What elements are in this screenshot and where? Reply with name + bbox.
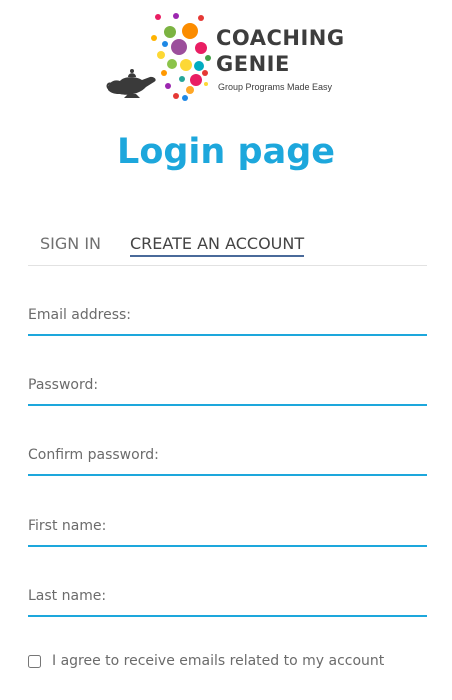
tab-sign-in[interactable]: SIGN IN: [40, 234, 101, 253]
tab-create-account[interactable]: CREATE AN ACCOUNT: [130, 234, 305, 257]
coaching-genie-logo: COACHING GENIE Group Programs Made Easy: [106, 10, 356, 106]
confirm-password-field-container: [28, 436, 427, 476]
email-field-container: [28, 296, 427, 336]
first-name-field-container: [28, 507, 427, 547]
brand-tagline: Group Programs Made Easy: [218, 82, 333, 92]
page-title: Login page: [117, 132, 335, 172]
last-name-field[interactable]: [28, 577, 427, 615]
last-name-field-container: [28, 577, 427, 617]
brand-name-line2: GENIE: [216, 52, 290, 76]
password-field[interactable]: [28, 366, 427, 404]
auth-tabs: SIGN IN CREATE AN ACCOUNT: [28, 232, 427, 266]
confirm-password-field[interactable]: [28, 436, 427, 474]
email-consent-checkbox[interactable]: [28, 654, 41, 668]
email-consent-row: I agree to receive emails related to my …: [28, 650, 384, 672]
password-field-container: [28, 366, 427, 406]
brand-name-line1: COACHING: [216, 26, 345, 50]
first-name-field[interactable]: [28, 507, 427, 545]
email-field[interactable]: [28, 296, 427, 334]
email-consent-label: I agree to receive emails related to my …: [52, 653, 385, 669]
